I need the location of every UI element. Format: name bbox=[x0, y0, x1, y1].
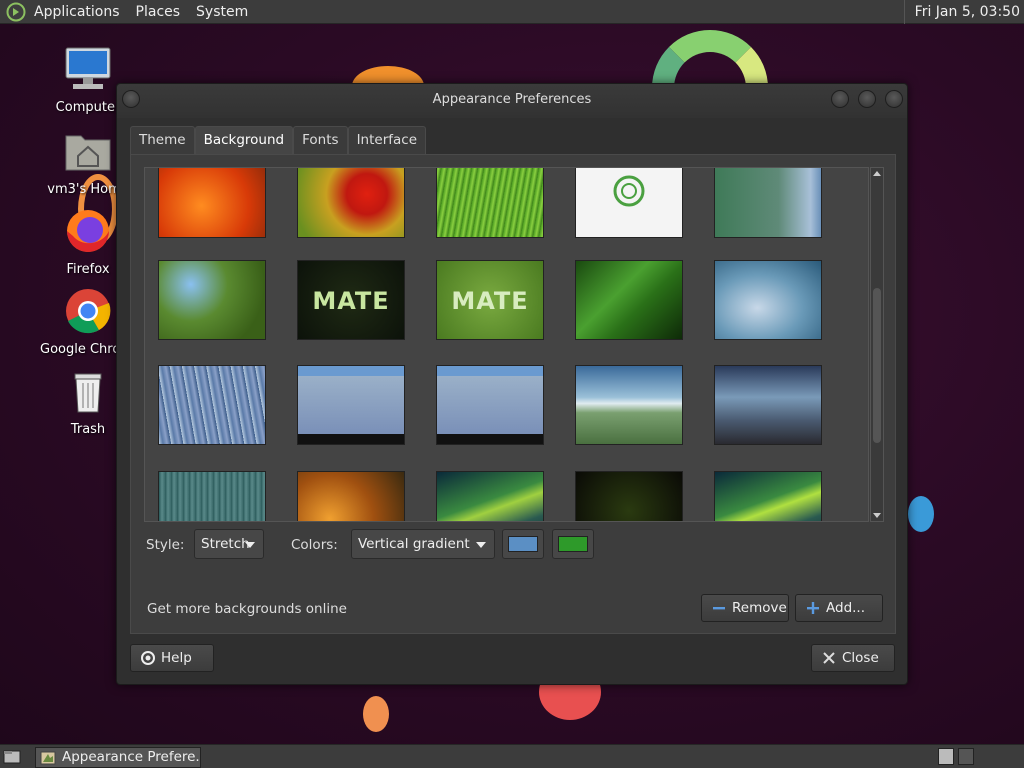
taskbar-item-appearance-preferences[interactable]: Appearance Prefere... bbox=[35, 747, 201, 768]
wallpaper-thumbnail[interactable] bbox=[714, 260, 822, 340]
wallpaper-thumbnail[interactable] bbox=[158, 168, 266, 238]
secondary-color-button[interactable] bbox=[552, 529, 594, 559]
chevron-down-icon bbox=[476, 542, 486, 548]
clock[interactable]: Fri Jan 5, 03:50 bbox=[903, 0, 1020, 24]
tab-fonts[interactable]: Fonts bbox=[293, 126, 348, 154]
wallpaper-thumbnail[interactable] bbox=[436, 471, 544, 521]
wallpaper-thumbnail[interactable] bbox=[158, 365, 266, 445]
wallpaper-thumbnail[interactable] bbox=[436, 168, 544, 238]
add-button[interactable]: Add... bbox=[795, 594, 883, 622]
menu-applications[interactable]: Applications bbox=[26, 0, 128, 24]
show-desktop-icon[interactable] bbox=[3, 748, 21, 765]
titlebar[interactable]: Appearance Preferences bbox=[117, 84, 907, 118]
wallpaper-thumbnail[interactable] bbox=[158, 471, 266, 521]
secondary-color-swatch bbox=[558, 536, 588, 552]
appearance-preferences-window: Appearance Preferences Theme Background … bbox=[116, 83, 908, 685]
add-button-label: Add... bbox=[826, 600, 866, 616]
window-title: Appearance Preferences bbox=[432, 92, 592, 107]
menu-system[interactable]: System bbox=[188, 0, 256, 24]
mate-wordmark-icon: MATE bbox=[312, 287, 390, 315]
mate-wordmark-icon: MATE bbox=[451, 287, 529, 315]
workspace-1[interactable] bbox=[938, 748, 954, 765]
wallpaper-thumbnail[interactable] bbox=[575, 168, 683, 238]
wallpaper-thumbnail[interactable] bbox=[714, 471, 822, 521]
top-panel: Applications Places System Fri Jan 5, 03… bbox=[0, 0, 1024, 24]
plus-icon bbox=[807, 602, 819, 614]
primary-color-button[interactable] bbox=[502, 529, 544, 559]
primary-color-swatch bbox=[508, 536, 538, 552]
taskbar-item-label: Appearance Prefere... bbox=[62, 749, 201, 765]
wallpaper-thumbnail[interactable] bbox=[575, 260, 683, 340]
scroll-up-arrow-icon[interactable] bbox=[873, 171, 881, 176]
maximize-button[interactable] bbox=[858, 90, 876, 108]
wallpaper-thumbnail[interactable] bbox=[575, 365, 683, 445]
scroll-down-arrow-icon[interactable] bbox=[873, 513, 881, 518]
gallery-scrollbar[interactable] bbox=[870, 167, 884, 522]
wallpaper-thumbnail[interactable] bbox=[158, 260, 266, 340]
home-folder-icon bbox=[65, 135, 111, 171]
trash-icon bbox=[74, 373, 102, 413]
wallpaper-thumbnail[interactable] bbox=[714, 168, 822, 238]
minus-icon bbox=[713, 607, 725, 610]
decor-blob bbox=[908, 496, 934, 532]
help-button[interactable]: Help bbox=[130, 644, 214, 672]
close-icon bbox=[823, 652, 835, 664]
style-dropdown[interactable]: Stretch bbox=[194, 529, 264, 559]
tab-interface[interactable]: Interface bbox=[347, 126, 427, 154]
close-button-label: Close bbox=[842, 650, 879, 666]
wallpaper-thumbnail[interactable] bbox=[297, 471, 405, 521]
mate-logo-icon bbox=[613, 175, 645, 207]
close-button[interactable]: Close bbox=[811, 644, 895, 672]
colors-label: Colors: bbox=[291, 537, 338, 553]
style-dropdown-value: Stretch bbox=[201, 536, 250, 552]
wallpaper-thumbnail[interactable] bbox=[297, 168, 405, 238]
tab-bar: Theme Background Fonts Interface bbox=[130, 126, 427, 154]
wallpaper-thumbnail[interactable] bbox=[297, 365, 405, 445]
help-icon bbox=[141, 651, 155, 665]
window-close-button[interactable] bbox=[885, 90, 903, 108]
chrome-icon bbox=[66, 289, 111, 334]
firefox-icon bbox=[67, 210, 109, 252]
appearance-preferences-icon bbox=[40, 751, 56, 765]
minimize-button[interactable] bbox=[831, 90, 849, 108]
computer-icon bbox=[65, 47, 111, 89]
wallpaper-thumbnail[interactable] bbox=[436, 365, 544, 445]
wallpaper-thumbnail[interactable] bbox=[575, 471, 683, 521]
remove-button-label: Remove bbox=[732, 600, 787, 616]
get-more-backgrounds-link[interactable]: Get more backgrounds online bbox=[147, 601, 347, 617]
tab-background[interactable]: Background bbox=[194, 126, 294, 154]
wallpaper-thumbnail[interactable]: MATE bbox=[297, 260, 405, 340]
workspace-2[interactable] bbox=[958, 748, 974, 765]
chevron-down-icon bbox=[245, 542, 255, 548]
tab-theme[interactable]: Theme bbox=[130, 126, 195, 154]
menu-places[interactable]: Places bbox=[128, 0, 189, 24]
mate-logo-icon[interactable] bbox=[6, 2, 26, 22]
colors-dropdown-value: Vertical gradient bbox=[358, 536, 470, 552]
help-button-label: Help bbox=[161, 650, 192, 666]
wallpaper-gallery[interactable]: MATE MATE bbox=[144, 167, 869, 522]
bottom-panel: Appearance Prefere... bbox=[0, 744, 1024, 768]
style-label: Style: bbox=[146, 537, 185, 553]
scroll-thumb[interactable] bbox=[873, 288, 881, 443]
background-tab-panel: MATE MATE Style: Stretch Colors: Vertica… bbox=[130, 154, 896, 634]
wallpaper-thumbnail[interactable] bbox=[714, 365, 822, 445]
wallpaper-thumbnail[interactable]: MATE bbox=[436, 260, 544, 340]
decor-blob bbox=[363, 696, 389, 732]
colors-dropdown[interactable]: Vertical gradient bbox=[351, 529, 495, 559]
remove-button[interactable]: Remove bbox=[701, 594, 789, 622]
